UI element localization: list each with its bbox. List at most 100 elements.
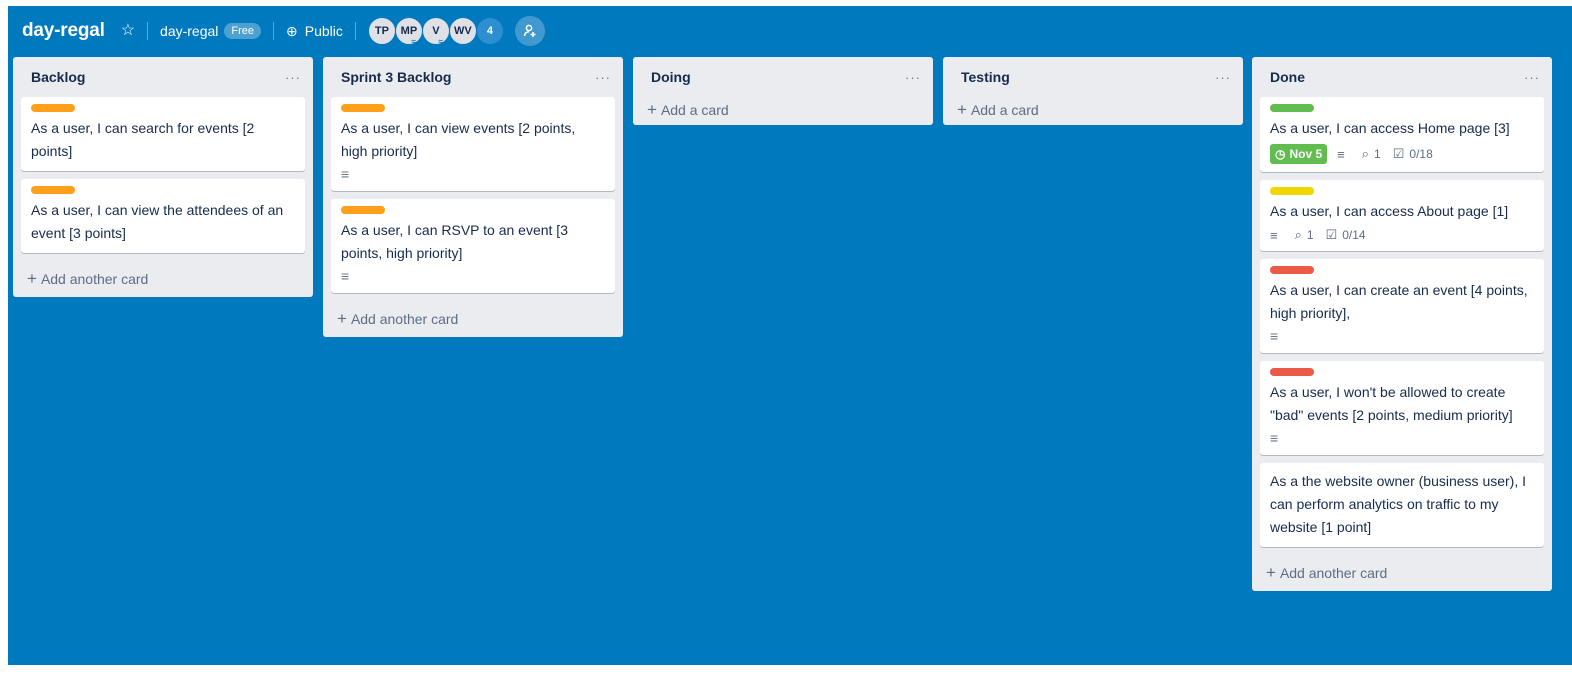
card-title: As a user, I can search for events [2 po… <box>31 120 255 159</box>
description-badge: ≡ <box>1270 228 1283 243</box>
list-testing: Testing ··· + Add a card <box>943 57 1243 125</box>
description-icon: ≡ <box>1270 328 1279 344</box>
card-title: As a user, I can access Home page [3] <box>1270 120 1510 136</box>
card-label[interactable] <box>341 206 385 214</box>
board: day-regal ☆ day-regal Free ⊕ Public TP M… <box>8 6 1572 665</box>
card-title: As a user, I can RSVP to an event [3 poi… <box>341 222 568 261</box>
card-label[interactable] <box>31 186 75 194</box>
member-count: 4 <box>486 25 493 37</box>
card-list: As a user, I can search for events [2 po… <box>13 97 313 253</box>
card[interactable]: As a the website owner (business user), … <box>1260 463 1544 547</box>
avatar-initials: MP <box>400 25 418 37</box>
card-label[interactable] <box>31 104 75 112</box>
plus-icon: + <box>27 269 37 288</box>
checklist-badge: ☑ 0/14 <box>1326 227 1366 243</box>
checklist-icon: ☑ <box>1325 227 1338 242</box>
card-title: As a user, I can view events [2 points, … <box>341 120 576 159</box>
list-menu-icon[interactable]: ··· <box>1524 70 1540 85</box>
visibility-button[interactable]: Public <box>305 23 343 39</box>
add-card-label: Add another card <box>350 311 459 327</box>
card[interactable]: As a user, I can RSVP to an event [3 poi… <box>331 199 615 293</box>
card-label[interactable] <box>341 104 385 112</box>
add-card-button[interactable]: + Add another card <box>13 261 313 297</box>
add-card-button[interactable]: + Add a card <box>633 95 933 125</box>
divider <box>273 22 275 40</box>
list-menu-icon[interactable]: ··· <box>1215 70 1231 85</box>
add-card-label: Add a card <box>970 102 1039 118</box>
list-header[interactable]: Doing ··· <box>633 57 933 97</box>
clock-icon: ◷ <box>1275 147 1286 161</box>
list-doing: Doing ··· + Add a card <box>633 57 933 125</box>
plus-icon: + <box>647 100 657 119</box>
description-icon: ≡ <box>1270 227 1278 243</box>
card-title: As a user, I can view the attendees of a… <box>31 202 284 241</box>
card[interactable]: As a user, I can access About page [1] ≡… <box>1260 180 1544 251</box>
card-label[interactable] <box>1270 187 1314 195</box>
list-header[interactable]: Testing ··· <box>943 57 1243 97</box>
card[interactable]: As a user, I won't be allowed to create … <box>1260 361 1544 455</box>
add-card-button[interactable]: + Add another card <box>1252 555 1552 591</box>
list-title[interactable]: Doing <box>651 69 691 85</box>
list-menu-icon[interactable]: ··· <box>285 70 301 85</box>
list-header[interactable]: Done ··· <box>1252 57 1552 97</box>
card[interactable]: As a user, I can search for events [2 po… <box>21 97 305 171</box>
card-badges: ◷ Nov 5 ≡ ⌕ 1 ☑ 0/18 <box>1270 144 1534 164</box>
add-card-label: Add another card <box>40 271 149 287</box>
card-title: As a user, I can create an event [4 poin… <box>1270 282 1528 321</box>
list-header[interactable]: Sprint 3 Backlog ··· <box>323 57 623 97</box>
comments-badge: ⌕ 1 <box>1295 227 1314 243</box>
due-date: Nov 5 <box>1289 147 1323 161</box>
list-menu-icon[interactable]: ··· <box>595 70 611 85</box>
comments-badge: ⌕ 1 <box>1362 146 1381 162</box>
card-label[interactable] <box>1270 104 1314 112</box>
star-icon[interactable]: ☆ <box>121 23 135 39</box>
checklist-count: 0/14 <box>1342 228 1366 242</box>
due-date-badge[interactable]: ◷ Nov 5 <box>1270 144 1328 164</box>
team-name[interactable]: day-regal <box>160 23 218 39</box>
list-title[interactable]: Testing <box>961 69 1010 85</box>
member-count-badge[interactable]: 4 <box>475 17 504 45</box>
comment-icon: ⌕ <box>1294 227 1302 242</box>
add-card-button[interactable]: + Add a card <box>943 95 1243 125</box>
card[interactable]: As a user, I can view the attendees of a… <box>21 179 305 253</box>
list-menu-icon[interactable]: ··· <box>905 70 921 85</box>
list-title[interactable]: Backlog <box>31 69 85 85</box>
avatar-initials: TP <box>374 25 389 37</box>
plus-icon: + <box>1266 563 1276 582</box>
list-title[interactable]: Done <box>1270 69 1305 85</box>
card-label[interactable] <box>1270 368 1314 376</box>
checklist-badge: ☑ 0/18 <box>1393 146 1433 162</box>
list-sprint-3-backlog: Sprint 3 Backlog ··· As a user, I can vi… <box>323 57 623 337</box>
invite-member-button[interactable] <box>514 16 545 46</box>
add-member-icon <box>523 24 536 37</box>
avatar[interactable]: WV <box>448 17 477 45</box>
comment-icon: ⌕ <box>1361 146 1370 161</box>
card-label[interactable] <box>1270 266 1314 274</box>
card-list: As a user, I can access Home page [3] ◷ … <box>1252 97 1552 547</box>
divider <box>354 22 356 40</box>
list-backlog: Backlog ··· As a user, I can search for … <box>13 57 313 297</box>
admin-chevron-icon: ≈ <box>411 37 416 46</box>
card[interactable]: As a user, I can view events [2 points, … <box>331 97 615 191</box>
avatar-initials: V <box>432 25 440 37</box>
avatar[interactable]: V ≈ <box>421 17 450 46</box>
comment-count: 1 <box>1306 228 1314 242</box>
description-icon: ≡ <box>1337 146 1345 162</box>
plus-icon: + <box>957 100 967 119</box>
list-title[interactable]: Sprint 3 Backlog <box>341 69 451 85</box>
list-header[interactable]: Backlog ··· <box>13 57 313 97</box>
card-title: As a user, I won't be allowed to create … <box>1270 384 1513 423</box>
avatar[interactable]: MP ≈ <box>394 17 423 46</box>
add-card-button[interactable]: + Add another card <box>323 301 623 337</box>
member-avatars: TP MP ≈ V ≈ WV 4 <box>367 17 504 46</box>
divider <box>147 22 149 40</box>
card-badges: ≡ ⌕ 1 ☑ 0/14 <box>1270 227 1534 243</box>
board-header: day-regal ☆ day-regal Free ⊕ Public TP M… <box>8 6 1572 56</box>
list-done: Done ··· As a user, I can access Home pa… <box>1252 57 1552 591</box>
add-card-label: Add another card <box>1279 565 1388 581</box>
avatar[interactable]: TP <box>367 17 396 45</box>
card[interactable]: As a user, I can access Home page [3] ◷ … <box>1260 97 1544 172</box>
plan-badge: Free <box>224 23 262 39</box>
board-title[interactable]: day-regal <box>22 20 105 42</box>
card[interactable]: As a user, I can create an event [4 poin… <box>1260 259 1544 353</box>
